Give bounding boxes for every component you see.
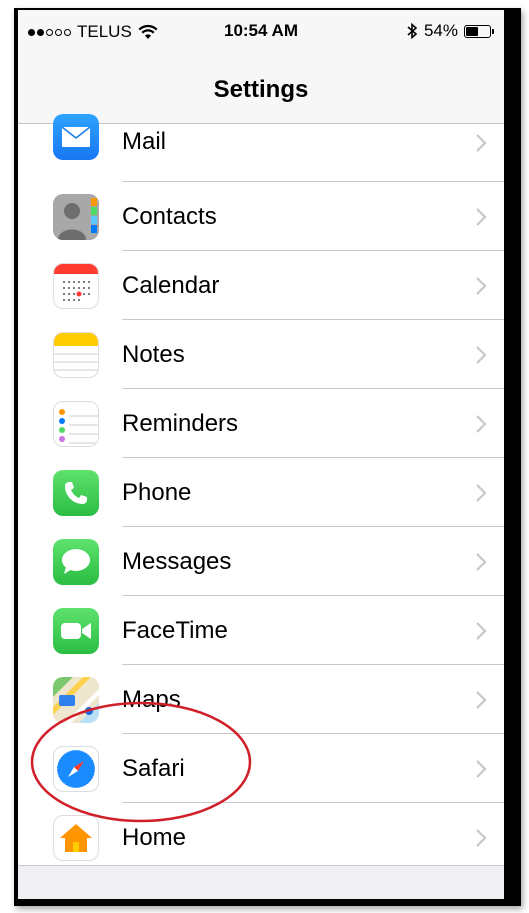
facetime-icon <box>53 607 99 654</box>
settings-row-calendar[interactable]: Calendar <box>18 251 504 320</box>
maps-icon <box>53 676 99 723</box>
mail-icon <box>53 114 99 160</box>
home-icon <box>53 814 99 861</box>
reminders-icon <box>53 400 99 447</box>
settings-row-label: Calendar <box>122 271 220 299</box>
chevron-right-icon <box>476 207 487 226</box>
settings-row-notes[interactable]: Notes <box>18 320 504 389</box>
status-bar: TELUS 10:54 AM 54% <box>18 10 504 52</box>
safari-icon <box>53 745 99 792</box>
settings-row-messages[interactable]: Messages <box>18 527 504 596</box>
list-footer <box>18 865 504 899</box>
settings-row-home[interactable]: Home <box>18 803 504 872</box>
settings-row-label: Messages <box>122 547 232 575</box>
settings-row-safari[interactable]: Safari <box>18 734 504 803</box>
chevron-right-icon <box>476 414 487 433</box>
notes-icon <box>53 331 99 378</box>
chevron-right-icon <box>476 621 487 640</box>
battery-body <box>464 24 491 38</box>
bluetooth-icon <box>407 22 418 40</box>
battery-icon <box>464 24 494 38</box>
phone-screen: TELUS 10:54 AM 54% Settings Mail Contact… <box>18 10 504 899</box>
settings-row-label: FaceTime <box>122 616 228 644</box>
status-right: 54% <box>406 21 494 41</box>
settings-row-phone[interactable]: Phone <box>18 458 504 527</box>
chevron-right-icon <box>476 828 487 847</box>
chevron-right-icon <box>476 552 487 571</box>
settings-row-facetime[interactable]: FaceTime <box>18 596 504 665</box>
settings-row-label: Notes <box>122 340 185 368</box>
battery-percent: 54% <box>423 21 458 40</box>
settings-row-maps[interactable]: Maps <box>18 665 504 734</box>
phone-icon <box>53 469 99 516</box>
chevron-right-icon <box>476 759 487 778</box>
settings-row-label: Mail <box>122 128 167 155</box>
settings-row-label: Home <box>122 823 187 851</box>
settings-row-label: Maps <box>122 685 181 713</box>
page-title: Settings <box>213 76 309 103</box>
chevron-right-icon <box>476 345 487 364</box>
chevron-right-icon <box>476 134 487 152</box>
calendar-icon <box>53 262 99 309</box>
settings-row-contacts[interactable]: Contacts <box>18 182 504 251</box>
contacts-icon <box>53 193 99 240</box>
settings-row-label: Contacts <box>122 202 217 230</box>
settings-list: Mail Contacts Calendar Notes Reminders P… <box>18 114 504 872</box>
settings-row-label: Phone <box>122 478 192 506</box>
battery-tip <box>492 28 494 34</box>
chevron-right-icon <box>476 276 487 295</box>
messages-icon <box>53 538 99 585</box>
settings-row-label: Reminders <box>122 409 239 437</box>
settings-row-label: Safari <box>122 754 185 782</box>
battery-fill <box>466 26 479 36</box>
settings-row-mail[interactable]: Mail <box>18 114 504 182</box>
settings-row-reminders[interactable]: Reminders <box>18 389 504 458</box>
chevron-right-icon <box>476 690 487 709</box>
chevron-right-icon <box>476 483 487 502</box>
